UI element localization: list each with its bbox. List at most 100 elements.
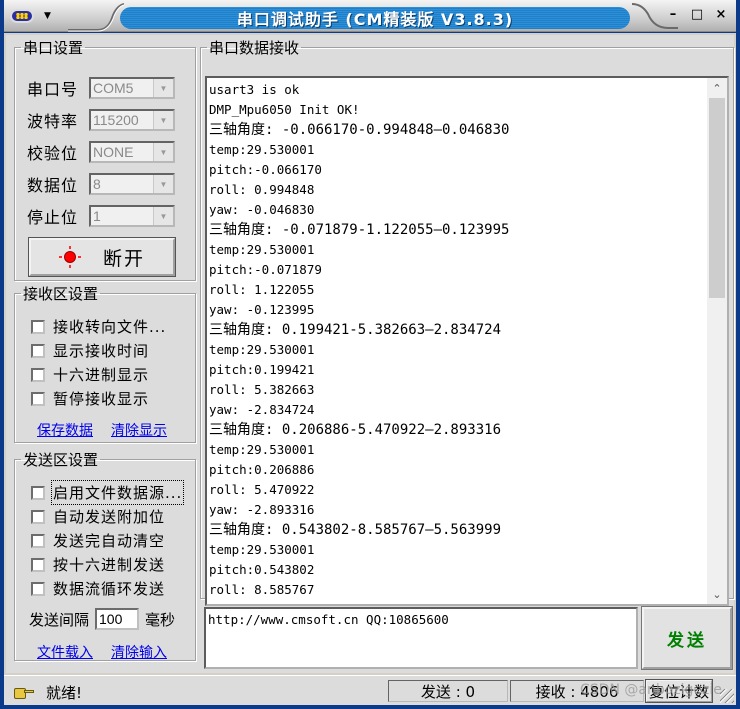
receive-line: temp:29.530001 (209, 242, 315, 257)
app-window: ▼ 串口调试助手 (CM精装版 V3.8.3) – □ × 串口设置 串口号 C… (0, 0, 740, 709)
receive-line: 三轴角度: 0.199421-5.382663—2.834724 (209, 322, 502, 338)
receive-area-label: 串口数据接收 (209, 39, 300, 57)
port-select[interactable]: COM5 ▼ (89, 77, 175, 99)
scroll-down-icon[interactable]: ⌄ (707, 584, 727, 604)
system-menu[interactable]: ▼ (10, 6, 70, 26)
serial-settings-group: 串口设置 串口号 COM5 ▼ 波特率 115200 ▼ 校验位 NONE ▼ 数据位… (14, 37, 196, 281)
disconnect-button[interactable]: 断开 (28, 237, 176, 277)
receive-line: roll: 1.122055 (209, 282, 315, 297)
sent-counter: 发送 : 0 (388, 680, 508, 702)
title-bar[interactable]: ▼ 串口调试助手 (CM精装版 V3.8.3) – □ × (4, 0, 736, 32)
dropdown-arrow-icon[interactable]: ▼ (153, 143, 173, 161)
receive-line: pitch:0.206886 (209, 462, 315, 477)
title-curve-decoration (68, 3, 124, 32)
receive-settings-group: 接收区设置 接收转向文件... 显示接收时间 十六进制显示 暂停接收显示 保存数… (14, 283, 196, 443)
connection-led-icon (58, 246, 81, 268)
disconnect-label: 断开 (102, 247, 145, 270)
receive-line: temp:29.530001 (209, 342, 315, 357)
receive-textarea[interactable]: usart3 is ok DMP_Mpu6050 Init OK! 三轴角度: -0… (205, 76, 729, 606)
serial-settings-label: 串口设置 (23, 39, 84, 57)
reset-count-button[interactable]: 复位计数 (645, 679, 713, 703)
receive-line: 三轴角度: 0.206886-5.470922—2.893316 (209, 422, 502, 438)
receive-line: pitch:0.543802 (209, 562, 315, 577)
recv-to-file-checkbox[interactable]: 接收转向文件... (31, 316, 166, 337)
send-button[interactable]: 发送 (641, 606, 733, 670)
parity-label: 校验位 (27, 144, 79, 163)
auto-append-checkbox[interactable]: 自动发送附加位 (31, 506, 165, 527)
databits-label: 数据位 (27, 176, 79, 195)
received-counter: 接收 : 4806 (510, 680, 644, 702)
parity-select[interactable]: NONE ▼ (89, 141, 175, 163)
clear-input-link[interactable]: 清除输入 (111, 642, 167, 662)
scroll-thumb[interactable] (709, 98, 725, 298)
receive-lines: usart3 is ok DMP_Mpu6050 Init OK! 三轴角度: -0… (209, 80, 705, 604)
window-title: 串口调试助手 (CM精装版 V3.8.3) (120, 7, 630, 29)
pointing-hand-icon (14, 686, 34, 700)
stopbits-row: 停止位 1 ▼ (27, 204, 175, 228)
port-label: 串口号 (27, 80, 79, 99)
stopbits-select[interactable]: 1 ▼ (89, 205, 175, 227)
auto-clear-checkbox[interactable]: 发送完自动清空 (31, 530, 165, 551)
scroll-up-icon[interactable]: ⌃ (707, 78, 727, 98)
caret-down-icon: ▼ (44, 11, 51, 21)
send-interval-input[interactable] (95, 608, 140, 630)
status-bar: 就绪! 发送 : 0 接收 : 4806 复位计数 CSDN @anbozige… (4, 675, 736, 705)
receive-line: temp:29.530001 (209, 442, 315, 457)
loop-send-checkbox[interactable]: 数据流循环发送 (31, 578, 165, 599)
receive-line: roll: 0.994848 (209, 182, 315, 197)
send-settings-group: 发送区设置 启用文件数据源... 自动发送附加位 发送完自动清空 按十六进制发送… (14, 449, 196, 661)
stopbits-label: 停止位 (27, 208, 79, 227)
receive-line: temp:29.530001 (209, 142, 315, 157)
send-interval-row: 发送间隔 毫秒 (29, 608, 175, 630)
dropdown-arrow-icon[interactable]: ▼ (153, 207, 173, 225)
receive-settings-label: 接收区设置 (23, 285, 99, 303)
load-file-link[interactable]: 文件载入 (37, 642, 93, 662)
pause-display-checkbox[interactable]: 暂停接收显示 (31, 388, 149, 409)
hex-send-checkbox[interactable]: 按十六进制发送 (31, 554, 165, 575)
clear-display-link[interactable]: 清除显示 (111, 420, 167, 440)
dropdown-arrow-icon[interactable]: ▼ (153, 111, 173, 129)
receive-line: 三轴角度: -0.071879-1.122055—0.123995 (209, 222, 510, 238)
send-settings-label: 发送区设置 (23, 451, 99, 469)
close-button[interactable]: × (714, 8, 728, 22)
receive-line: pitch:0.199421 (209, 362, 315, 377)
status-text: 就绪! (46, 684, 83, 702)
databits-select[interactable]: 8 ▼ (89, 173, 175, 195)
receive-line: 三轴角度: -0.066170-0.994848—0.046830 (209, 122, 510, 138)
send-interval-label: 发送间隔 (29, 610, 90, 629)
receive-line: roll: 5.470922 (209, 482, 315, 497)
file-source-checkbox[interactable]: 启用文件数据源... (31, 480, 185, 505)
resize-grip[interactable] (720, 689, 734, 703)
hex-display-checkbox[interactable]: 十六进制显示 (31, 364, 149, 385)
save-data-link[interactable]: 保存数据 (37, 420, 93, 440)
receive-line: pitch:-0.066170 (209, 162, 322, 177)
baud-select[interactable]: 115200 ▼ (89, 109, 175, 131)
vertical-scrollbar[interactable]: ⌃ ⌄ (707, 78, 727, 604)
receive-line: yaw: -5.563999 (209, 600, 705, 604)
receive-line: pitch:-0.071879 (209, 262, 322, 277)
baud-label: 波特率 (27, 112, 79, 131)
receive-line: yaw: -0.123995 (209, 302, 315, 317)
dropdown-arrow-icon[interactable]: ▼ (153, 79, 173, 97)
parity-row: 校验位 NONE ▼ (27, 140, 175, 164)
send-input[interactable]: http://www.cmsoft.cn QQ:10865600 (204, 607, 638, 669)
databits-row: 数据位 8 ▼ (27, 172, 175, 196)
dropdown-arrow-icon[interactable]: ▼ (153, 175, 173, 193)
receive-line: 三轴角度: 0.543802-8.585767—5.563999 (209, 522, 502, 538)
receive-line: roll: 8.585767 (209, 582, 315, 597)
receive-line: DMP_Mpu6050 Init OK! (209, 102, 360, 117)
receive-line: usart3 is ok (209, 82, 300, 97)
receive-area-group: 串口数据接收 usart3 is ok DMP_Mpu6050 Init OK! 三… (200, 37, 734, 606)
minimize-button[interactable]: – (666, 8, 680, 22)
baud-row: 波特率 115200 ▼ (27, 108, 175, 132)
port-row: 串口号 COM5 ▼ (27, 76, 175, 100)
send-interval-unit: 毫秒 (145, 610, 176, 629)
show-recv-time-checkbox[interactable]: 显示接收时间 (31, 340, 149, 361)
client-area: 串口设置 串口号 COM5 ▼ 波特率 115200 ▼ 校验位 NONE ▼ 数据位… (4, 33, 736, 705)
receive-line: temp:29.530001 (209, 542, 315, 557)
receive-line: yaw: -2.834724 (209, 402, 315, 417)
maximize-button[interactable]: □ (690, 8, 704, 22)
receive-line: roll: 5.382663 (209, 382, 315, 397)
status-ready: 就绪! (14, 682, 82, 703)
receive-line: yaw: -2.893316 (209, 502, 315, 517)
